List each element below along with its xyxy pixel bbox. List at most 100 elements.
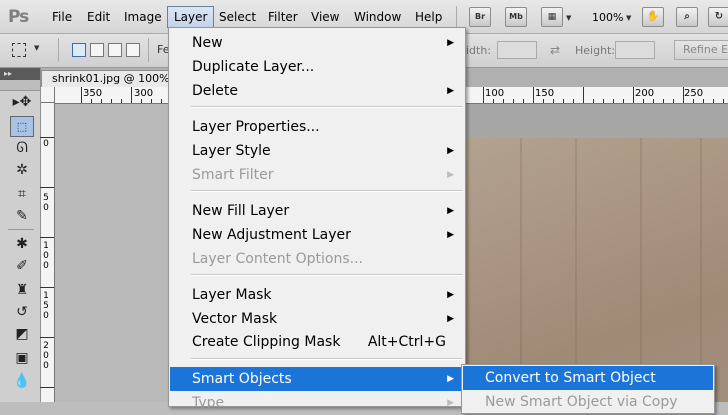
- document-image[interactable]: [466, 138, 728, 402]
- menu-item-label: Convert to Smart Object: [485, 370, 656, 386]
- submenu-arrow-icon: ▶: [447, 86, 454, 96]
- menu-item-layer-style[interactable]: Layer Style ▶: [170, 139, 464, 163]
- menu-item-duplicate-layer[interactable]: Duplicate Layer...: [170, 55, 464, 79]
- rotate-view-icon[interactable]: ↻: [708, 7, 728, 27]
- options-divider: [148, 38, 149, 62]
- submenu-arrow-icon: ▶: [447, 230, 454, 240]
- ruler-tick: [663, 99, 664, 103]
- menu-image[interactable]: Image: [118, 6, 168, 28]
- ruler-label: 1 5 0: [43, 291, 49, 321]
- menu-item-convert-to-smart-object[interactable]: Convert to Smart Object: [463, 366, 713, 390]
- ruler-tick: [40, 137, 54, 138]
- ruler-tick: [603, 99, 604, 103]
- eyedropper-icon[interactable]: ✎: [10, 206, 34, 227]
- menu-item-label: Smart Filter: [192, 167, 274, 183]
- menu-item-label: Duplicate Layer...: [192, 59, 315, 75]
- view-extras-icon[interactable]: ▦: [541, 7, 563, 27]
- menu-item-new[interactable]: New ▶: [170, 31, 464, 55]
- ruler-tick: [703, 99, 704, 103]
- marquee-tool-icon[interactable]: ⬚: [10, 116, 34, 137]
- hand-tool-icon[interactable]: ✋: [642, 7, 664, 27]
- menu-item-shortcut: Alt+Ctrl+G: [367, 334, 446, 350]
- ruler-origin[interactable]: [41, 87, 55, 103]
- menu-item-layer-mask[interactable]: Layer Mask ▶: [170, 283, 464, 307]
- ruler-tick: [81, 87, 82, 103]
- tools-panel-header[interactable]: ▸▸: [0, 68, 40, 80]
- ruler-tick: [40, 337, 54, 338]
- crop-tool-icon[interactable]: ⌗: [10, 184, 34, 205]
- menu-view[interactable]: View: [305, 6, 345, 28]
- menu-window[interactable]: Window: [348, 6, 407, 28]
- menu-select[interactable]: Select: [213, 6, 262, 28]
- ruler-tick: [563, 99, 564, 103]
- zoom-tool-icon[interactable]: ⌕: [676, 7, 698, 27]
- ruler-tick: [693, 99, 694, 103]
- lasso-tool-icon[interactable]: ᘏ: [10, 138, 34, 159]
- menu-file[interactable]: File: [46, 6, 78, 28]
- mini-bridge-button[interactable]: Mb: [505, 7, 527, 27]
- add-to-selection-icon[interactable]: [90, 43, 104, 57]
- eraser-tool-icon[interactable]: ◩: [10, 324, 34, 345]
- menu-item-create-clipping-mask[interactable]: Create Clipping Mask Alt+Ctrl+G: [170, 330, 464, 354]
- menu-item-new-adjustment-layer[interactable]: New Adjustment Layer ▶: [170, 223, 464, 247]
- width-label: idth:: [466, 44, 492, 57]
- menu-item-new-smart-object-via-copy: New Smart Object via Copy: [463, 390, 713, 414]
- zoom-level[interactable]: 100%: [592, 11, 623, 24]
- swap-icon[interactable]: ⇄: [550, 43, 560, 57]
- ruler-tick: [633, 87, 634, 103]
- new-selection-icon[interactable]: [72, 43, 86, 57]
- photoshop-logo: Ps: [8, 7, 29, 27]
- menu-filter[interactable]: Filter: [262, 6, 304, 28]
- blur-tool-icon[interactable]: 💧: [10, 371, 34, 392]
- subtract-selection-icon[interactable]: [108, 43, 122, 57]
- chevron-down-icon: ▼: [34, 44, 40, 52]
- width-field[interactable]: [497, 41, 537, 59]
- magic-wand-icon[interactable]: ✲: [10, 160, 34, 181]
- refine-edge-button[interactable]: Refine Ed: [674, 40, 728, 60]
- ruler-tick: [583, 87, 584, 103]
- height-field[interactable]: [615, 41, 655, 59]
- ruler-tick: [713, 99, 714, 103]
- ruler-tick: [40, 187, 54, 188]
- menu-item-label: Layer Mask: [192, 287, 272, 303]
- menu-item-vector-mask[interactable]: Vector Mask ▶: [170, 307, 464, 331]
- menu-layer[interactable]: Layer: [167, 6, 215, 28]
- menu-item-label: Layer Content Options...: [192, 251, 363, 267]
- healing-brush-icon[interactable]: ✱: [10, 234, 34, 255]
- ruler-tick: [141, 99, 142, 103]
- ruler-tick: [111, 99, 112, 103]
- chevron-down-icon: ▼: [566, 14, 572, 22]
- ruler-tick: [593, 99, 594, 103]
- menu-item-label: New Fill Layer: [192, 203, 290, 219]
- ruler-tick: [40, 387, 54, 388]
- image-texture: [640, 138, 642, 402]
- marquee-preset-icon: [12, 43, 26, 57]
- menu-item-delete[interactable]: Delete ▶: [170, 79, 464, 103]
- menu-item-label: New Smart Object via Copy: [485, 394, 678, 410]
- gradient-tool-icon[interactable]: ▣: [10, 348, 34, 369]
- ruler-tick: [543, 99, 544, 103]
- submenu-arrow-icon: ▶: [447, 170, 454, 180]
- menu-item-layer-properties[interactable]: Layer Properties...: [170, 115, 464, 139]
- menu-help[interactable]: Help: [409, 6, 448, 28]
- ruler-label: 2 0 0: [43, 341, 49, 371]
- menu-edit[interactable]: Edit: [81, 6, 116, 28]
- menu-item-label: Vector Mask: [192, 311, 278, 327]
- tool-preset-picker[interactable]: ▼: [10, 40, 50, 62]
- ruler-tick: [91, 99, 92, 103]
- menu-item-smart-objects[interactable]: Smart Objects ▶: [170, 367, 464, 391]
- history-brush-icon[interactable]: ↺: [10, 302, 34, 323]
- image-texture: [700, 138, 702, 402]
- bridge-button[interactable]: Br: [469, 7, 491, 27]
- brush-tool-icon[interactable]: ✐: [10, 256, 34, 277]
- menu-item-new-fill-layer[interactable]: New Fill Layer ▶: [170, 199, 464, 223]
- document-tab[interactable]: shrink01.jpg @ 100%: [41, 70, 181, 87]
- submenu-arrow-icon: ▶: [447, 38, 454, 48]
- move-tool-icon[interactable]: ▸✥: [10, 92, 34, 113]
- tools-panel-grip[interactable]: [0, 80, 40, 91]
- intersect-selection-icon[interactable]: [126, 43, 140, 57]
- image-texture: [520, 138, 522, 402]
- ruler-tick: [683, 87, 684, 103]
- clone-stamp-icon[interactable]: ♜: [10, 280, 34, 301]
- vertical-ruler[interactable]: 0 5 0 1 0 0 1 5 0 2 0 0: [40, 103, 55, 402]
